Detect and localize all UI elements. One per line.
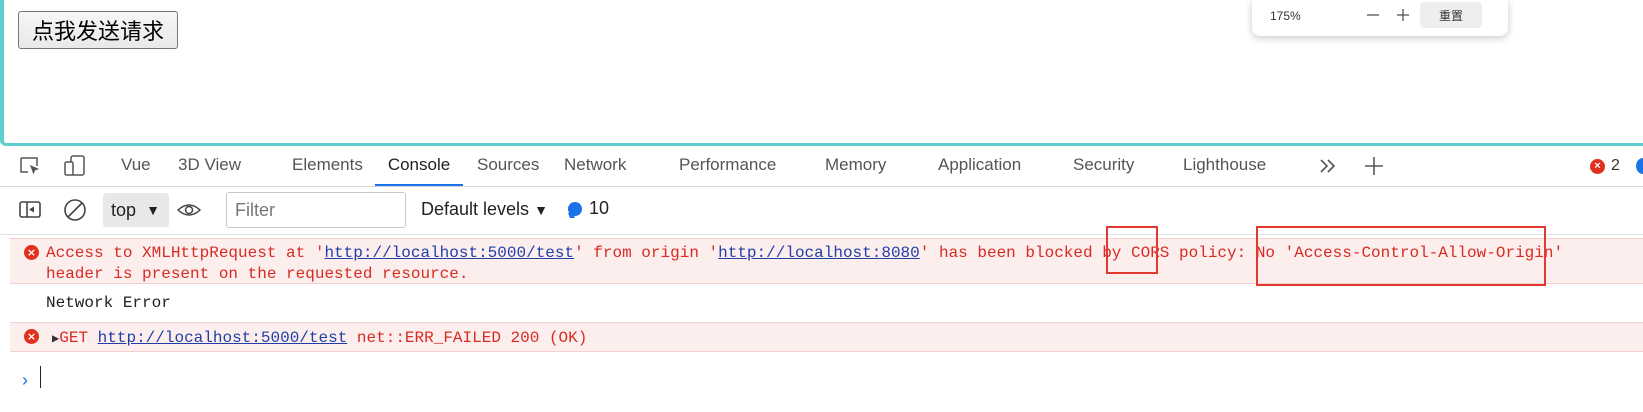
- cors-error-line-1: Access to XMLHttpRequest at 'http://loca…: [46, 244, 1563, 262]
- get-request-url-link[interactable]: http://localhost:5000/test: [98, 329, 348, 347]
- context-select[interactable]: top ▼: [103, 193, 169, 227]
- eye-icon: [176, 204, 202, 216]
- context-value: top: [111, 200, 137, 220]
- error-icon: ×: [1590, 158, 1605, 174]
- zoom-out-button[interactable]: [1360, 3, 1386, 27]
- get-error-line: ▶GET http://localhost:5000/test net::ERR…: [52, 329, 587, 347]
- plus-icon: [1397, 9, 1409, 21]
- text: ' from origin ': [574, 244, 719, 262]
- header-name: 'Access-Control-Allow-Origin': [1284, 244, 1564, 262]
- sidebar-toggle-icon: [19, 201, 41, 218]
- console-message-cors-error: × Access to XMLHttpRequest at 'http://lo…: [10, 238, 1643, 284]
- text: ' has been blocked by: [919, 244, 1131, 262]
- tab-console[interactable]: Console: [375, 146, 463, 186]
- tab-lighthouse[interactable]: Lighthouse: [1183, 146, 1266, 186]
- console-toolbar: top ▼ Default levels ▼ 10: [0, 187, 1643, 235]
- zoom-percent: 175%: [1270, 9, 1301, 23]
- request-method: GET: [59, 329, 89, 347]
- message-count-value: 10: [589, 198, 610, 218]
- clear-console-button[interactable]: [62, 198, 88, 222]
- tab-memory[interactable]: Memory: [825, 146, 886, 186]
- error-icon: ×: [24, 245, 39, 260]
- tab-application[interactable]: Application: [938, 146, 1021, 186]
- console-prompt-icon: ›: [22, 370, 28, 390]
- console-filter-input[interactable]: [226, 192, 406, 228]
- more-tabs-button[interactable]: [1315, 154, 1341, 178]
- error-count: 2: [1611, 157, 1620, 174]
- tab-3d-view[interactable]: 3D View: [178, 146, 241, 186]
- console-message-network-error: Network Error: [10, 288, 1643, 318]
- more-tabs-icon: [1320, 159, 1336, 173]
- inspect-element-icon: [20, 157, 39, 175]
- zoom-popup: 175% 重置: [1252, 0, 1508, 36]
- device-toolbar-icon: [64, 155, 85, 176]
- network-error-text: Network Error: [46, 294, 171, 312]
- minus-icon: [1367, 14, 1379, 16]
- text: Access to XMLHttpRequest at ': [46, 244, 325, 262]
- cors-keyword: CORS: [1131, 244, 1170, 262]
- message-bubble-icon: [568, 201, 582, 216]
- message-count[interactable]: 10: [568, 198, 609, 219]
- request-url-link[interactable]: http://localhost:5000/test: [324, 244, 574, 262]
- show-sidebar-button[interactable]: [17, 198, 43, 222]
- add-tab-icon: [1365, 157, 1383, 175]
- cors-error-line-2: header is present on the requested resou…: [46, 265, 469, 283]
- tab-elements[interactable]: Elements: [292, 146, 363, 186]
- tab-performance[interactable]: Performance: [679, 146, 776, 186]
- chevron-down-icon: ▼: [534, 202, 548, 218]
- error-icon: ×: [24, 329, 39, 344]
- tab-sources[interactable]: Sources: [477, 146, 539, 186]
- live-expression-button[interactable]: [176, 198, 202, 222]
- console-input-caret[interactable]: [40, 366, 41, 388]
- tab-security[interactable]: Security: [1073, 146, 1134, 186]
- device-toolbar-button[interactable]: [62, 154, 88, 178]
- console-message-get-error: × ▶GET http://localhost:5000/test net::E…: [10, 322, 1643, 352]
- origin-url-link[interactable]: http://localhost:8080: [718, 244, 920, 262]
- tab-network[interactable]: Network: [564, 146, 626, 186]
- zoom-in-button[interactable]: [1390, 3, 1416, 27]
- zoom-reset-button[interactable]: 重置: [1420, 2, 1482, 28]
- add-tab-button[interactable]: [1361, 154, 1387, 178]
- text: policy: No: [1169, 244, 1285, 262]
- clear-icon: [64, 199, 86, 221]
- issues-icon[interactable]: [1636, 158, 1643, 174]
- log-levels-dropdown[interactable]: Default levels ▼: [421, 199, 548, 220]
- request-status: net::ERR_FAILED 200 (OK): [356, 329, 588, 347]
- tab-vue[interactable]: Vue: [121, 146, 151, 186]
- error-counter[interactable]: × 2: [1590, 157, 1620, 175]
- log-levels-label: Default levels: [421, 199, 530, 219]
- chevron-down-icon: ▼: [146, 202, 160, 218]
- send-request-button[interactable]: 点我发送请求: [18, 11, 178, 49]
- inspect-element-button[interactable]: [17, 154, 43, 178]
- devtools-tab-bar: Vue 3D View Elements Console Sources Net…: [0, 146, 1643, 187]
